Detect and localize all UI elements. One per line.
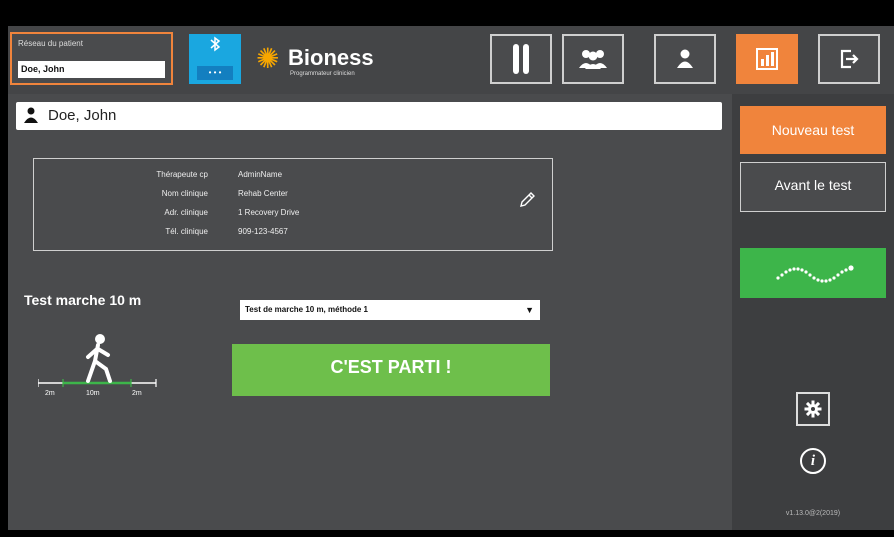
distance-label: 2m <box>45 390 55 397</box>
clinic-info-row: Tél. clinique 909-123-4567 <box>34 227 554 243</box>
sun-logo-icon: ✺ <box>256 43 280 74</box>
clinic-info-value: 1 Recovery Drive <box>238 208 300 217</box>
clinic-info-panel: Thérapeute cp AdminName Nom clinique Reh… <box>33 158 553 251</box>
clinic-info-label: Nom clinique <box>161 189 208 198</box>
version-label: v1.13.0@2(2019) <box>785 510 841 517</box>
distance-label: 2m <box>132 390 142 397</box>
info-button[interactable]: i <box>800 448 826 474</box>
clinic-info-value: 909-123-4567 <box>238 227 288 236</box>
right-sidebar: Nouveau test Avant le test i v1.13.0@2(2… <box>732 94 894 530</box>
user-icon <box>677 49 693 68</box>
nav-reports-button[interactable] <box>736 34 798 84</box>
patient-name: Doe, John <box>48 107 117 124</box>
bluetooth-icon <box>189 36 241 55</box>
clinic-info-value: Rehab Center <box>238 189 288 198</box>
logo-subtitle: Programmateur clinicien <box>290 71 355 77</box>
test-title: Test marche 10 m <box>24 292 142 308</box>
nav-legs-button[interactable] <box>490 34 552 84</box>
gait-wave-icon <box>776 265 854 283</box>
pre-test-button[interactable]: Avant le test <box>740 162 886 212</box>
info-icon: i <box>810 452 816 469</box>
test-method-select[interactable]: Test de marche 10 m, méthode 1 ▼ <box>240 300 540 320</box>
legs-icon <box>513 44 529 74</box>
patient-selector[interactable]: Réseau du patient Doe, John <box>10 32 173 85</box>
clinic-info-label: Thérapeute cp <box>156 170 208 179</box>
clinic-info-label: Tél. clinique <box>165 227 208 236</box>
top-bar: Réseau du patient Doe, John • • • ✺ Bion… <box>8 26 894 94</box>
patient-selector-value[interactable]: Doe, John <box>18 61 165 78</box>
bluetooth-status: • • • <box>197 66 233 80</box>
nav-user-button[interactable] <box>654 34 716 84</box>
bluetooth-button[interactable]: • • • <box>189 34 241 84</box>
patient-name-bar: Doe, John <box>16 102 722 130</box>
clinic-info-row: Adr. clinique 1 Recovery Drive <box>34 208 554 224</box>
group-icon <box>579 50 607 69</box>
chart-icon <box>756 48 778 70</box>
distance-label: 10m <box>86 390 100 397</box>
new-test-button[interactable]: Nouveau test <box>740 106 886 154</box>
walking-person-icon <box>38 334 157 387</box>
edit-pencil-icon[interactable] <box>518 191 536 209</box>
clinic-info-label: Adr. clinique <box>164 208 208 217</box>
logout-icon <box>840 49 859 69</box>
logo-name: Bioness <box>288 45 374 70</box>
clinic-info-row: Thérapeute cp AdminName <box>34 170 554 186</box>
user-icon <box>24 107 38 123</box>
clinic-info-value: AdminName <box>238 170 283 179</box>
settings-button[interactable] <box>796 392 830 426</box>
dropdown-arrow-icon: ▼ <box>525 305 534 315</box>
nav-group-button[interactable] <box>562 34 624 84</box>
gear-icon <box>804 400 822 418</box>
patient-selector-label: Réseau du patient <box>18 39 83 48</box>
app-screen: Réseau du patient Doe, John • • • ✺ Bion… <box>8 26 894 530</box>
bioness-logo: ✺ Bioness Programmateur clinicien <box>256 42 396 80</box>
start-test-button[interactable]: C'EST PARTI ! <box>232 344 550 396</box>
nav-logout-button[interactable] <box>818 34 880 84</box>
clinic-info-row: Nom clinique Rehab Center <box>34 189 554 205</box>
gait-wave-button[interactable] <box>740 248 886 298</box>
test-method-value: Test de marche 10 m, méthode 1 <box>245 305 369 314</box>
